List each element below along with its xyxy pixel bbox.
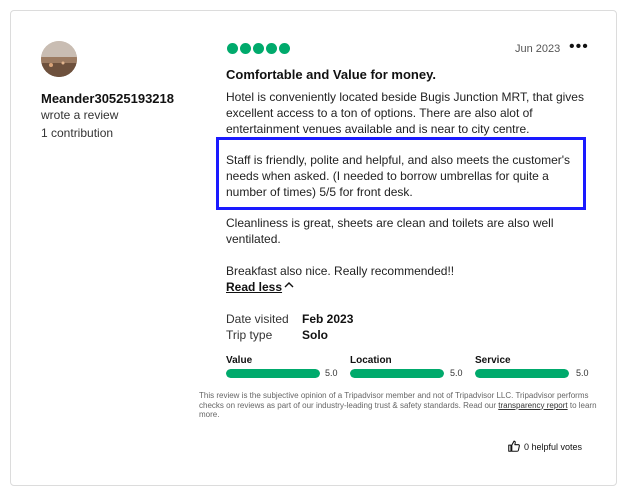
reviewer-action: wrote a review xyxy=(41,108,119,122)
date-visited-value: Feb 2023 xyxy=(302,312,354,326)
rating-bubble xyxy=(279,43,290,54)
sub-rating-fill xyxy=(226,369,320,378)
reviewer-username[interactable]: Meander30525193218 xyxy=(41,91,174,106)
review-paragraph: Hotel is conveniently located beside Bug… xyxy=(226,90,584,136)
review-paragraph: Cleanliness is great, sheets are clean a… xyxy=(226,216,554,246)
reviewer-contributions: 1 contribution xyxy=(41,126,114,140)
more-options-icon[interactable]: ••• xyxy=(569,39,589,55)
sub-rating-label-value: Value xyxy=(226,355,253,366)
review-paragraph: Breakfast also nice. Really recommended!… xyxy=(226,264,455,278)
date-visited-label: Date visited xyxy=(226,312,289,326)
read-less-link[interactable]: Read less xyxy=(226,280,282,294)
review-title: Comfortable and Value for money. xyxy=(226,67,436,82)
thumbs-up-icon xyxy=(507,439,521,455)
trip-type-value: Solo xyxy=(302,328,328,342)
disclaimer: This review is the subjective opinion of… xyxy=(199,391,599,420)
sub-rating-score-service: 5.0 xyxy=(576,368,589,378)
chevron-up-icon[interactable] xyxy=(284,279,294,293)
sub-rating-fill xyxy=(475,369,569,378)
rating-bubble xyxy=(253,43,264,54)
sub-rating-fill xyxy=(350,369,444,378)
review-date: Jun 2023 xyxy=(515,43,561,55)
sub-rating-score-location: 5.0 xyxy=(450,368,463,378)
rating-bubble xyxy=(266,43,277,54)
sub-rating-bar-value xyxy=(226,369,320,378)
sub-rating-score-value: 5.0 xyxy=(325,368,338,378)
transparency-report-link[interactable]: transparency report xyxy=(498,401,567,410)
rating-bubble xyxy=(240,43,251,54)
sub-rating-bar-location xyxy=(350,369,444,378)
sub-rating-label-location: Location xyxy=(350,355,392,366)
helpful-votes-label: 0 helpful votes xyxy=(524,442,583,452)
sub-rating-bar-service xyxy=(475,369,569,378)
sub-rating-label-service: Service xyxy=(475,355,511,366)
avatar[interactable] xyxy=(41,41,77,77)
highlight-box xyxy=(216,137,586,210)
helpful-votes-button[interactable]: 0 helpful votes xyxy=(507,439,582,455)
rating-bubbles xyxy=(227,43,290,54)
trip-type-label: Trip type xyxy=(226,328,273,342)
review-card: Meander30525193218 wrote a review 1 cont… xyxy=(10,10,617,486)
rating-bubble xyxy=(227,43,238,54)
